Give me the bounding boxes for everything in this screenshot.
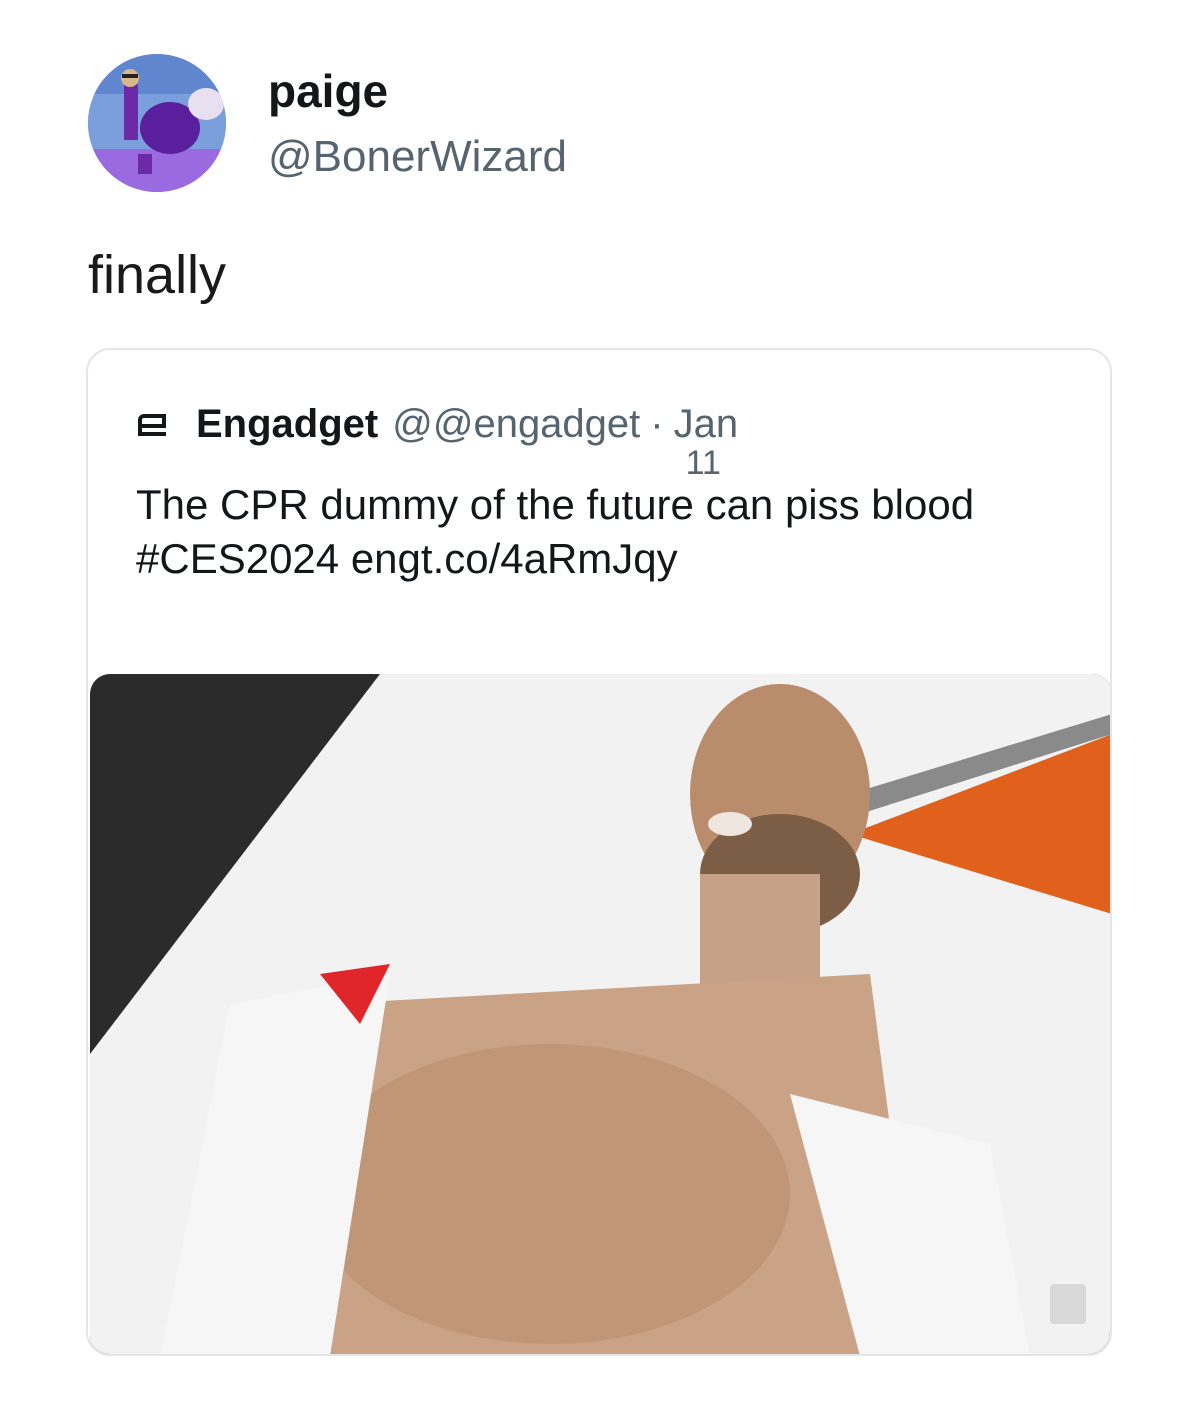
quoted-tweet-header: Engadget @@engadget · Jan 11 bbox=[136, 402, 764, 482]
header-separator: · bbox=[650, 402, 664, 446]
avatar[interactable] bbox=[88, 54, 226, 192]
quoted-date[interactable]: Jan 11 bbox=[673, 402, 764, 482]
author-handle[interactable]: @BonerWizard bbox=[268, 132, 567, 182]
quoted-date-month: Jan bbox=[673, 402, 739, 446]
quoted-source-name[interactable]: Engadget bbox=[196, 402, 378, 447]
engadget-logo-icon bbox=[138, 413, 166, 436]
quoted-tweet-body: The CPR dummy of the future can piss blo… bbox=[136, 481, 975, 582]
author-display-name[interactable]: paige bbox=[268, 64, 388, 118]
quoted-handle[interactable]: @@engadget bbox=[392, 402, 640, 447]
avatar-image bbox=[88, 54, 226, 192]
cpr-dummy-photo bbox=[90, 674, 1110, 1354]
quoted-tweet-media[interactable] bbox=[90, 674, 1110, 1354]
quoted-tweet-card[interactable]: Engadget @@engadget · Jan 11 The CPR dum… bbox=[86, 348, 1112, 1356]
tweet-text: finally bbox=[88, 245, 227, 305]
